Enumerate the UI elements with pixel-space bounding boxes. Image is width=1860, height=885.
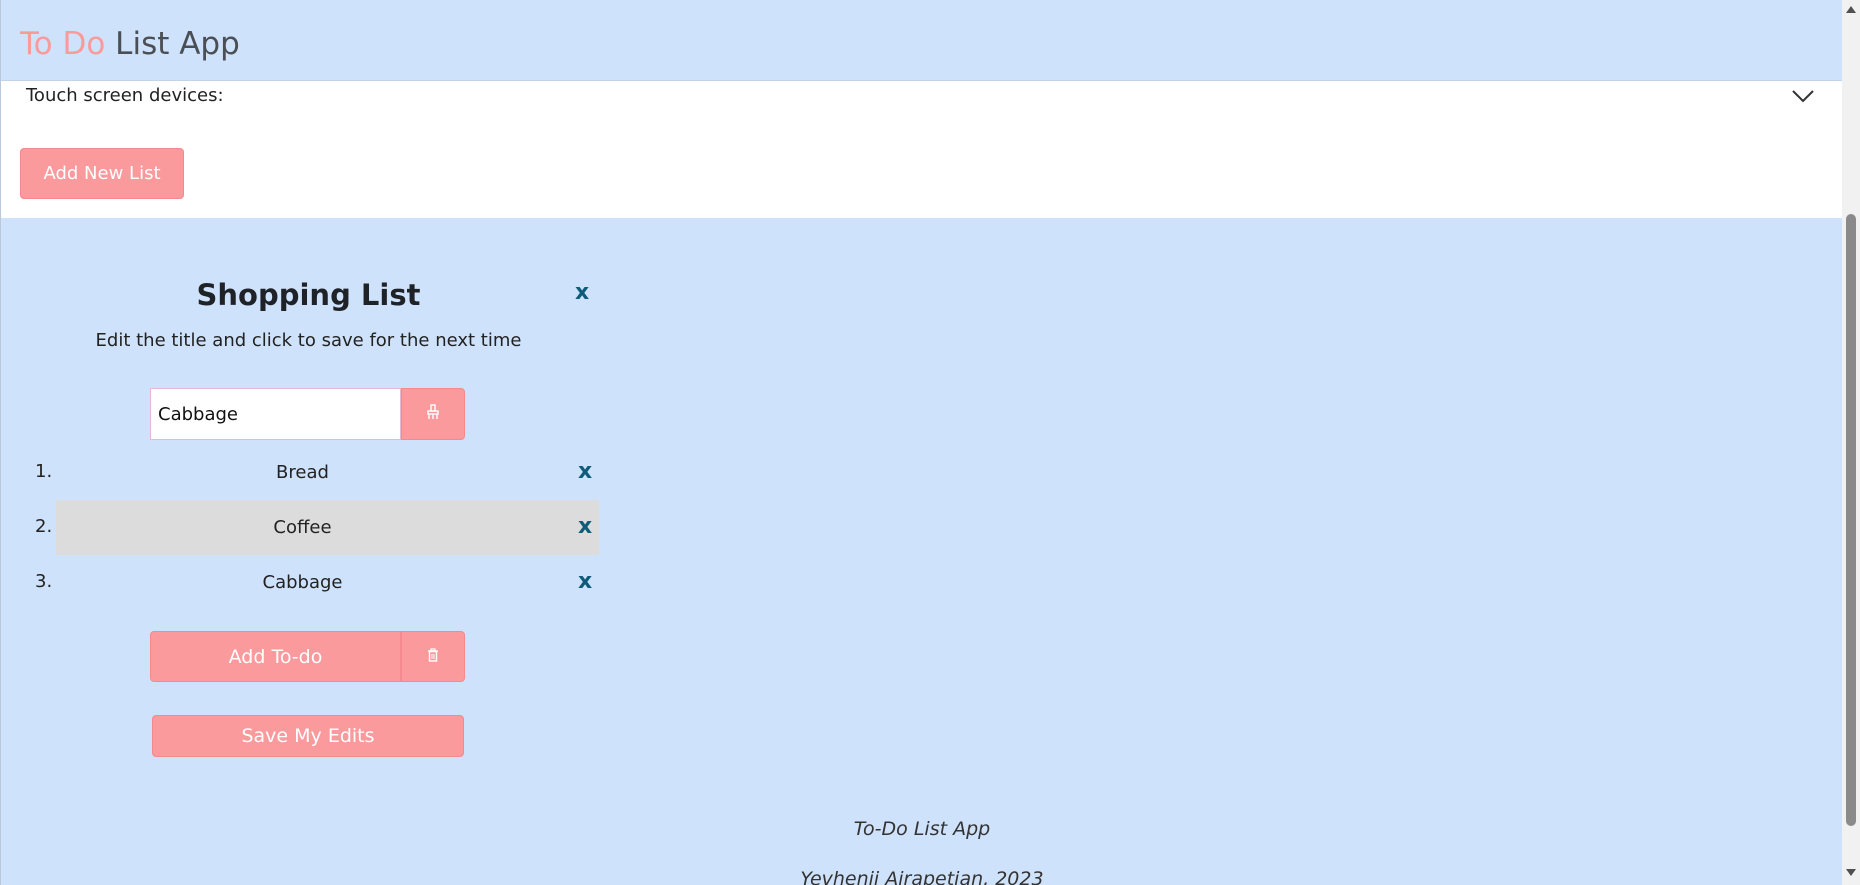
add-new-list-button[interactable]: Add New List — [20, 148, 184, 199]
remove-todo-button[interactable]: x — [578, 569, 592, 594]
todo-item: 3. Cabbage x — [31, 555, 601, 610]
list-subtitle: Edit the title and click to save for the… — [95, 330, 522, 351]
toolbar-band — [1, 81, 1843, 218]
todo-input[interactable] — [150, 388, 401, 440]
todo-text[interactable]: Coffee — [56, 500, 599, 555]
app-header: To Do List App — [1, 0, 1843, 81]
todo-text[interactable]: Bread — [56, 445, 599, 500]
chevron-down-icon[interactable] — [1791, 86, 1815, 106]
scrollbar-thumb[interactable] — [1846, 214, 1856, 826]
todo-item: 1. Bread x — [31, 445, 601, 500]
clear-input-button[interactable] — [401, 388, 465, 440]
vertical-scrollbar[interactable] — [1842, 0, 1860, 885]
close-list-button[interactable]: x — [575, 280, 589, 305]
app-title-accent: To Do — [20, 26, 106, 62]
todo-number: 3. — [35, 571, 53, 592]
remove-todo-button[interactable]: x — [578, 514, 592, 539]
scroll-down-arrow-icon[interactable] — [1846, 869, 1856, 876]
todo-number: 1. — [35, 461, 53, 482]
todo-text[interactable]: Cabbage — [56, 555, 599, 610]
todo-item: 2. Coffee x — [31, 500, 601, 555]
footer-author: Yevhenii Airapetian, 2023 — [800, 868, 1044, 885]
delete-list-button[interactable] — [401, 631, 465, 682]
app-title: To Do List App — [20, 24, 240, 64]
touch-devices-label: Touch screen devices: — [26, 85, 224, 106]
todo-list: 1. Bread x 2. Coffee x 3. Cabbage x — [31, 445, 601, 610]
todo-number: 2. — [35, 516, 53, 537]
broom-icon — [426, 404, 440, 424]
remove-todo-button[interactable]: x — [578, 459, 592, 484]
trash-icon — [427, 647, 439, 666]
scroll-up-arrow-icon[interactable] — [1846, 6, 1856, 13]
save-edits-button[interactable]: Save My Edits — [152, 715, 464, 757]
page: To Do List App Touch screen devices: Add… — [0, 0, 1843, 885]
list-title[interactable]: Shopping List — [101, 278, 516, 312]
add-todo-button[interactable]: Add To-do — [150, 631, 401, 682]
app-title-rest: List App — [105, 26, 240, 62]
footer-app-name: To-Do List App — [853, 818, 991, 840]
